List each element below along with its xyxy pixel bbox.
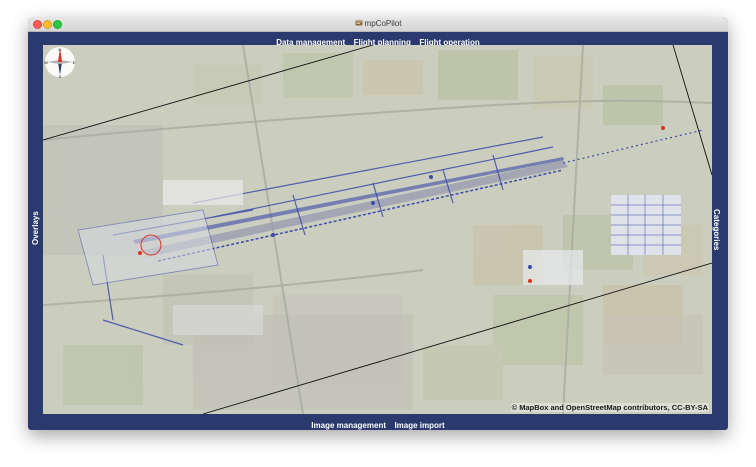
compass-east-label: E (73, 60, 76, 65)
title-bar[interactable]: mpCoPilot (28, 17, 728, 32)
window-title-container: mpCoPilot (28, 18, 728, 30)
airport-map-image (43, 45, 712, 414)
image-management-tab[interactable]: Image management (309, 419, 388, 430)
categories-panel-tab[interactable]: Categories (712, 209, 721, 250)
compass-west-label: W (44, 60, 48, 65)
app-window: mpCoPilot Data management Flight plannin… (28, 17, 728, 430)
bottom-navigation: Image management Image import (28, 415, 728, 430)
compass-south-label: S (59, 74, 62, 79)
map-view[interactable]: N E S W © MapBox and OpenStreetMap contr… (43, 45, 712, 414)
compass-north-label: N (59, 47, 62, 52)
compass-icon[interactable]: N E S W (43, 45, 77, 79)
map-attribution: © MapBox and OpenStreetMap contributors,… (510, 403, 709, 412)
top-navigation: Data management Flight planning Flight o… (28, 32, 728, 47)
image-import-tab[interactable]: Image import (392, 419, 446, 430)
overlays-panel-tab[interactable]: Overlays (31, 211, 40, 245)
app-icon (355, 20, 363, 26)
window-title: mpCoPilot (364, 19, 402, 28)
